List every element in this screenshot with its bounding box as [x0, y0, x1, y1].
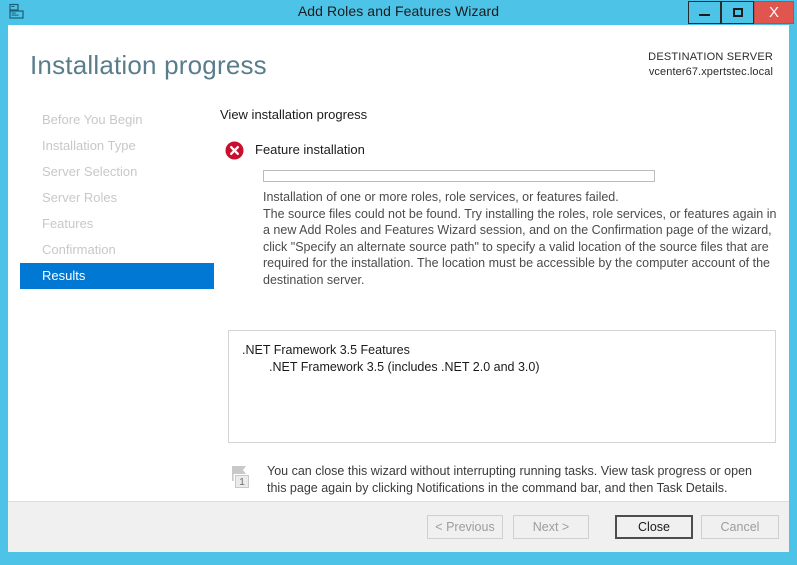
- error-message-line-2: The source files could not be found. Try…: [263, 207, 776, 287]
- sidebar-item-server-roles[interactable]: Server Roles: [20, 185, 214, 211]
- wizard-client-area: Installation progress DESTINATION SERVER…: [8, 25, 789, 552]
- cancel-button[interactable]: Cancel: [701, 515, 779, 539]
- minimize-button[interactable]: [688, 1, 721, 24]
- sidebar-item-confirmation[interactable]: Confirmation: [20, 237, 214, 263]
- close-window-button[interactable]: X: [754, 1, 794, 24]
- status-label: Feature installation: [255, 142, 365, 157]
- destination-server-name: vcenter67.xpertstec.local: [648, 65, 773, 80]
- error-circle-icon: [225, 141, 244, 160]
- sidebar-item-results[interactable]: Results: [20, 263, 214, 289]
- close-button[interactable]: Close: [615, 515, 693, 539]
- wizard-footer: < Previous Next > Close Cancel: [8, 501, 789, 552]
- error-message-text: Installation of one or more roles, role …: [263, 189, 779, 288]
- svg-text:1: 1: [239, 477, 245, 488]
- list-item: .NET Framework 3.5 Features: [242, 343, 775, 357]
- sidebar-item-server-selection[interactable]: Server Selection: [20, 159, 214, 185]
- destination-server-block: DESTINATION SERVER vcenter67.xpertstec.l…: [648, 50, 773, 80]
- window-title: Add Roles and Features Wizard: [0, 3, 797, 19]
- error-message-line-1: Installation of one or more roles, role …: [263, 189, 779, 206]
- sidebar-item-features[interactable]: Features: [20, 211, 214, 237]
- wizard-step-navigation: Before You Begin Installation Type Serve…: [20, 107, 214, 289]
- minimize-icon: [699, 14, 710, 16]
- flag-notification-icon: 1: [231, 464, 253, 490]
- maximize-icon: [733, 8, 743, 17]
- next-button[interactable]: Next >: [513, 515, 589, 539]
- installed-features-list[interactable]: .NET Framework 3.5 Features .NET Framewo…: [228, 330, 776, 443]
- sidebar-item-before-you-begin[interactable]: Before You Begin: [20, 107, 214, 133]
- feature-installation-status-row: Feature installation: [214, 141, 779, 161]
- add-roles-wizard-window: Add Roles and Features Wizard X Installa…: [0, 0, 797, 565]
- content-heading: View installation progress: [220, 107, 779, 122]
- list-item: .NET Framework 3.5 (includes .NET 2.0 an…: [269, 360, 775, 374]
- notice-text: You can close this wizard without interr…: [267, 463, 767, 497]
- maximize-button[interactable]: [721, 1, 754, 24]
- page-title: Installation progress: [30, 50, 267, 81]
- destination-server-label: DESTINATION SERVER: [648, 50, 773, 65]
- title-bar: Add Roles and Features Wizard X: [0, 0, 797, 25]
- installation-progress-bar: [263, 170, 655, 182]
- installation-progress-pane: View installation progress Feature insta…: [214, 107, 779, 161]
- previous-button[interactable]: < Previous: [427, 515, 503, 539]
- sidebar-item-installation-type[interactable]: Installation Type: [20, 133, 214, 159]
